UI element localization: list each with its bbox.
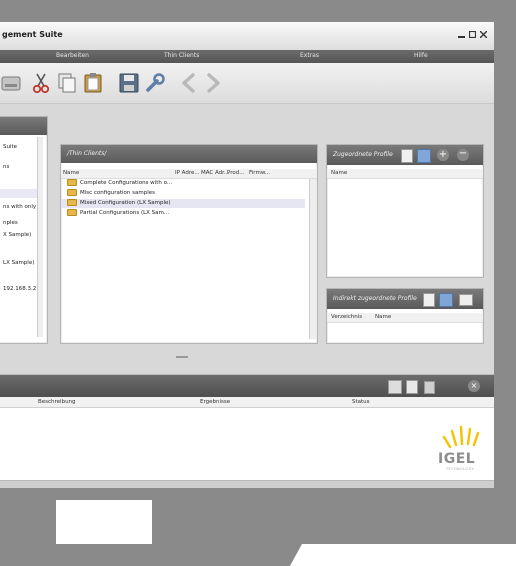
back-arrow-icon[interactable] bbox=[178, 72, 200, 94]
col-ip[interactable]: IP Adre... bbox=[175, 170, 200, 176]
wrench-icon[interactable] bbox=[144, 72, 166, 94]
app-window: gement Suite Bearbeiten Thin Clients Ext… bbox=[0, 22, 494, 488]
clear-icon[interactable] bbox=[388, 380, 402, 394]
profile-icon[interactable] bbox=[417, 149, 431, 163]
menu-bar: Bearbeiten Thin Clients Extras Hilfe bbox=[0, 50, 494, 63]
col-indirect-name[interactable]: Name bbox=[375, 314, 391, 320]
bottom-panel-header: × bbox=[0, 375, 494, 397]
col-directory[interactable]: Verzeichnis bbox=[331, 314, 362, 320]
close-panel-icon[interactable]: × bbox=[468, 380, 480, 392]
col-product[interactable]: Prod... bbox=[227, 170, 244, 176]
save-icon[interactable] bbox=[118, 72, 140, 94]
status-bar bbox=[0, 480, 494, 488]
monitor-stand-right bbox=[152, 500, 516, 544]
tree-item-selected[interactable] bbox=[0, 189, 41, 198]
splitter-handle[interactable] bbox=[176, 356, 188, 358]
menu-bearbeiten[interactable]: Bearbeiten bbox=[56, 52, 89, 59]
indirect-profiles-panel: Indirekt zugeordnete Profile Verzeichnis… bbox=[326, 288, 484, 344]
thin-clients-panel: /Thin Clients/ Name IP Adre... MAC Adr..… bbox=[60, 144, 318, 344]
cut-icon[interactable] bbox=[30, 72, 52, 94]
tree-item[interactable]: ns bbox=[3, 163, 9, 172]
assigned-profiles-title: Zugeordnete Profile bbox=[333, 151, 393, 158]
window-title: gement Suite bbox=[2, 30, 63, 39]
igel-logo: IGEL bbox=[438, 451, 476, 467]
trash-icon[interactable] bbox=[424, 381, 435, 394]
tree-item[interactable]: 192.168.3.2 bbox=[3, 285, 36, 294]
col-results[interactable]: Ergebnisse bbox=[200, 399, 230, 405]
thin-client-row[interactable]: Complete Configurations with o... bbox=[67, 179, 172, 188]
assigned-profiles-column-bar bbox=[327, 169, 483, 179]
folder-icon bbox=[67, 179, 77, 186]
monitor-stand-base bbox=[0, 544, 302, 566]
folder-view-icon[interactable] bbox=[459, 294, 473, 306]
forward-arrow-icon[interactable] bbox=[202, 72, 224, 94]
folder-icon bbox=[67, 209, 77, 216]
thin-client-row[interactable]: Partial Configurations (LX Sam... bbox=[67, 209, 169, 218]
paste-icon[interactable] bbox=[82, 72, 104, 94]
edit-profile-icon[interactable] bbox=[401, 149, 413, 163]
edit-profile-icon[interactable] bbox=[423, 293, 435, 307]
menu-thin-clients[interactable]: Thin Clients bbox=[164, 52, 199, 59]
monitor-stand-left bbox=[0, 500, 56, 544]
remove-profile-icon[interactable]: − bbox=[457, 149, 469, 161]
profile-icon[interactable] bbox=[439, 293, 453, 307]
folder-icon bbox=[67, 189, 77, 196]
minimize-icon[interactable] bbox=[458, 31, 465, 38]
tree-item[interactable]: ns with only bbox=[3, 203, 36, 212]
copy-log-icon[interactable] bbox=[406, 380, 418, 394]
toolbar bbox=[0, 63, 494, 104]
title-bar: gement Suite bbox=[0, 22, 494, 51]
menu-hilfe[interactable]: Hilfe bbox=[414, 52, 428, 59]
menu-extras[interactable]: Extras bbox=[300, 52, 319, 59]
add-profile-icon[interactable]: + bbox=[437, 149, 449, 161]
col-mac[interactable]: MAC Adr... bbox=[201, 170, 229, 176]
copy-icon[interactable] bbox=[56, 72, 78, 94]
tree-item[interactable]: X Sample) bbox=[3, 231, 31, 240]
tree-item[interactable]: Suite bbox=[3, 143, 17, 152]
bottom-column-bar: Beschreibung Ergebnisse Status bbox=[0, 397, 494, 408]
col-status[interactable]: Status bbox=[352, 399, 370, 405]
thin-client-row-selected[interactable]: Mixed Configuration (LX Sample) bbox=[61, 199, 305, 208]
navigation-tree: Suite ns ns with only nples X Sample) LX… bbox=[0, 116, 48, 344]
tree-item[interactable]: LX Sample) bbox=[3, 259, 34, 268]
thin-client-row[interactable]: Misc configuration samples bbox=[67, 189, 155, 198]
tree-scrollbar[interactable] bbox=[37, 137, 43, 337]
col-firmware[interactable]: Firmw... bbox=[249, 170, 270, 176]
thin-clients-header: /Thin Clients/ bbox=[61, 145, 317, 163]
col-profile-name[interactable]: Name bbox=[331, 170, 347, 176]
bottom-panel: × Beschreibung Ergebnisse Status IGEL TE… bbox=[0, 374, 494, 481]
folder-icon bbox=[67, 199, 77, 206]
maximize-icon[interactable] bbox=[468, 30, 477, 39]
col-name[interactable]: Name bbox=[63, 170, 79, 176]
col-description[interactable]: Beschreibung bbox=[38, 399, 76, 405]
thin-clients-scrollbar[interactable] bbox=[309, 179, 316, 339]
workspace: Suite ns ns with only nples X Sample) LX… bbox=[0, 104, 494, 374]
close-icon[interactable] bbox=[479, 30, 488, 39]
navigation-tree-header bbox=[0, 117, 47, 135]
tree-item[interactable]: nples bbox=[3, 219, 18, 228]
drive-icon[interactable] bbox=[0, 72, 22, 94]
indirect-profiles-title: Indirekt zugeordnete Profile bbox=[333, 295, 417, 302]
logo-rays-icon bbox=[442, 425, 480, 449]
igel-logo-subtext: TECHNOLOGY bbox=[446, 467, 475, 471]
assigned-profiles-panel: Zugeordnete Profile + − Name bbox=[326, 144, 484, 278]
